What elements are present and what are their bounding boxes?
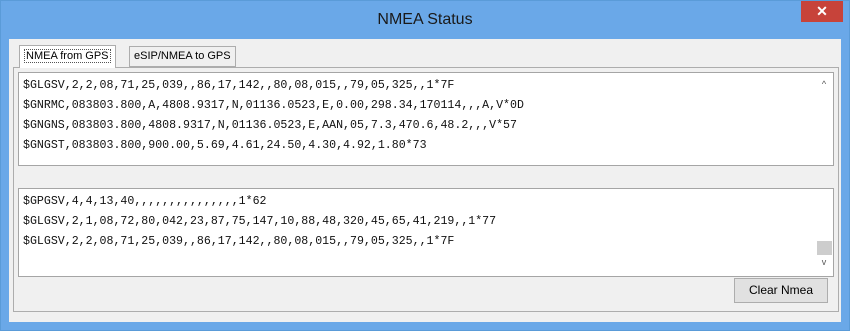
- log-line: $GNGNS,083803.800,4808.9317,N,01136.0523…: [23, 119, 517, 132]
- title-bar[interactable]: NMEA Status ✕: [1, 1, 849, 39]
- tab-label: NMEA from GPS: [24, 49, 111, 63]
- vertical-scrollbar[interactable]: v: [816, 189, 833, 276]
- close-icon[interactable]: ✕: [816, 3, 828, 19]
- log-line: $GNGST,083803.800,900.00,5.69,4.61,24.50…: [23, 139, 427, 152]
- nmea-log-top[interactable]: $GLGSV,2,2,08,71,25,039,,86,17,142,,80,0…: [18, 72, 834, 166]
- scroll-down-icon[interactable]: v: [819, 257, 829, 267]
- window-title: NMEA Status: [377, 11, 473, 28]
- tab-pane: $GLGSV,2,2,08,71,25,039,,86,17,142,,80,0…: [13, 67, 839, 312]
- tab-label: eSIP/NMEA to GPS: [134, 50, 231, 62]
- log-line: $GNRMC,083803.800,A,4808.9317,N,01136.05…: [23, 99, 524, 112]
- log-line: $GLGSV,2,2,08,71,25,039,,86,17,142,,80,0…: [23, 79, 455, 92]
- nmea-status-window: NMEA Status ✕ NMEA from GPS eSIP/NMEA to…: [0, 0, 850, 331]
- log-line: $GLGSV,2,2,08,71,25,039,,86,17,142,,80,0…: [23, 235, 455, 248]
- tab-esip-nmea-to-gps[interactable]: eSIP/NMEA to GPS: [129, 46, 236, 67]
- clear-nmea-button[interactable]: Clear Nmea: [734, 278, 828, 303]
- vertical-scrollbar[interactable]: ^: [816, 73, 833, 165]
- nmea-log-bottom[interactable]: $GPGSV,4,4,13,40,,,,,,,,,,,,,,,1*62 $GLG…: [18, 188, 834, 277]
- tab-nmea-from-gps[interactable]: NMEA from GPS: [19, 45, 116, 68]
- scroll-thumb[interactable]: [817, 241, 832, 255]
- close-button[interactable]: ✕: [801, 1, 843, 22]
- scroll-up-icon[interactable]: ^: [819, 79, 829, 89]
- log-line: $GPGSV,4,4,13,40,,,,,,,,,,,,,,,1*62: [23, 195, 267, 208]
- log-line: $GLGSV,2,1,08,72,80,042,23,87,75,147,10,…: [23, 215, 497, 228]
- client-area: NMEA from GPS eSIP/NMEA to GPS $GLGSV,2,…: [9, 39, 841, 322]
